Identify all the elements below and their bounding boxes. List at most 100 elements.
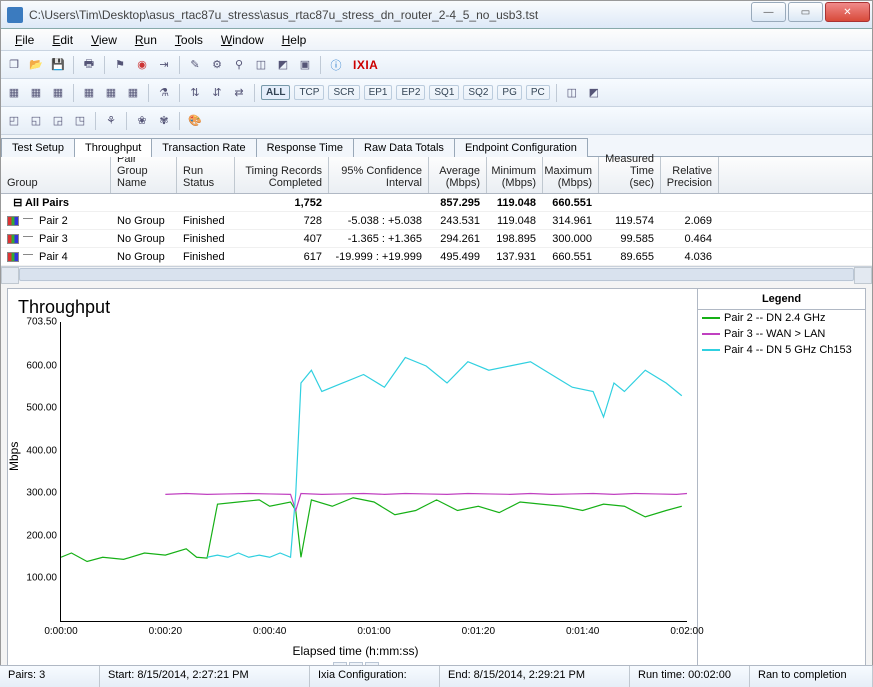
legend-item[interactable]: Pair 2 -- DN 2.4 GHz bbox=[698, 310, 865, 326]
grid-body: ⊟ All Pairs 1,752 857.295 119.048 660.55… bbox=[1, 194, 872, 266]
open-icon[interactable]: 📂 bbox=[27, 56, 45, 74]
mon3-icon[interactable]: ▦ bbox=[49, 84, 67, 102]
col-pgn[interactable]: Pair Group Name bbox=[111, 157, 177, 193]
tool-icon[interactable]: ✎ bbox=[186, 56, 204, 74]
filter-ep1[interactable]: EP1 bbox=[364, 85, 393, 100]
menu-tools[interactable]: Tools bbox=[167, 31, 211, 49]
brand-logo: IXIA bbox=[353, 58, 378, 72]
filter-pg[interactable]: PG bbox=[497, 85, 521, 100]
x-tick: 0:02:00 bbox=[670, 626, 703, 637]
mon6-icon[interactable]: ▦ bbox=[124, 84, 142, 102]
view1-icon[interactable]: ◫ bbox=[563, 84, 581, 102]
tab-test-setup[interactable]: Test Setup bbox=[1, 138, 75, 157]
status-end: End: 8/15/2014, 2:29:21 PM bbox=[440, 666, 630, 687]
legend-item[interactable]: Pair 3 -- WAN > LAN bbox=[698, 326, 865, 342]
table-row[interactable]: Pair 2No GroupFinished728-5.038 : +5.038… bbox=[1, 212, 872, 230]
filter-sq1[interactable]: SQ1 bbox=[429, 85, 459, 100]
new-icon[interactable]: ❐ bbox=[5, 56, 23, 74]
ex4-icon[interactable]: ◳ bbox=[71, 112, 89, 130]
mon7-icon[interactable]: ⚗ bbox=[155, 84, 173, 102]
summary-max: 660.551 bbox=[543, 196, 599, 210]
filter-scr[interactable]: SCR bbox=[328, 85, 359, 100]
print-icon[interactable]: 🖶 bbox=[80, 56, 98, 74]
col-avg[interactable]: Average (Mbps) bbox=[429, 157, 487, 193]
legend-item[interactable]: Pair 4 -- DN 5 GHz Ch153 bbox=[698, 342, 865, 358]
chart-container: Throughput Mbps 100.00200.00300.00400.00… bbox=[7, 288, 866, 668]
filter-sq2[interactable]: SQ2 bbox=[463, 85, 493, 100]
mon1-icon[interactable]: ▦ bbox=[5, 84, 23, 102]
col-ci[interactable]: 95% Confidence Interval bbox=[329, 157, 429, 193]
minimize-button[interactable]: — bbox=[751, 2, 786, 22]
summary-row[interactable]: ⊟ All Pairs 1,752 857.295 119.048 660.55… bbox=[1, 194, 872, 212]
ex6-icon[interactable]: ❀ bbox=[133, 112, 151, 130]
toolbar-main: ❐ 📂 💾 🖶 ⚑ ◉ ⇥ ✎ ⚙ ⚲ ◫ ◩ ▣ ⓘ IXIA bbox=[1, 51, 872, 79]
filter-all[interactable]: ALL bbox=[261, 85, 290, 100]
tab-throughput[interactable]: Throughput bbox=[74, 138, 152, 157]
stop-icon[interactable]: ◉ bbox=[133, 56, 151, 74]
ex1-icon[interactable]: ◰ bbox=[5, 112, 23, 130]
col-group[interactable]: Group bbox=[1, 157, 111, 193]
table-row[interactable]: Pair 3No GroupFinished407-1.365 : +1.365… bbox=[1, 230, 872, 248]
tool3-icon[interactable]: ⚲ bbox=[230, 56, 248, 74]
filter-pc[interactable]: PC bbox=[526, 85, 550, 100]
statusbar: Pairs: 3 Start: 8/15/2014, 2:27:21 PM Ix… bbox=[0, 665, 873, 687]
close-button[interactable]: ✕ bbox=[825, 2, 870, 22]
app-icon bbox=[7, 7, 23, 23]
view2-icon[interactable]: ◩ bbox=[585, 84, 603, 102]
summary-timing: 1,752 bbox=[235, 196, 329, 210]
menu-run[interactable]: Run bbox=[127, 31, 165, 49]
col-min[interactable]: Minimum (Mbps) bbox=[487, 157, 543, 193]
ex2-icon[interactable]: ◱ bbox=[27, 112, 45, 130]
menu-window[interactable]: Window bbox=[213, 31, 272, 49]
bar-icon bbox=[7, 216, 19, 226]
run-icon[interactable]: ⚑ bbox=[111, 56, 129, 74]
filter-ep2[interactable]: EP2 bbox=[396, 85, 425, 100]
tool2-icon[interactable]: ⚙ bbox=[208, 56, 226, 74]
grid-scrollbar[interactable] bbox=[1, 266, 872, 282]
ex7-icon[interactable]: ✾ bbox=[155, 112, 173, 130]
col-run[interactable]: Run Status bbox=[177, 157, 235, 193]
menu-edit[interactable]: Edit bbox=[44, 31, 81, 49]
mon4-icon[interactable]: ▦ bbox=[80, 84, 98, 102]
legend-title: Legend bbox=[698, 289, 865, 310]
sort3-icon[interactable]: ⇄ bbox=[230, 84, 248, 102]
titlebar: C:\Users\Tim\Desktop\asus_rtac87u_stress… bbox=[1, 1, 872, 29]
tab-endpoint-configuration[interactable]: Endpoint Configuration bbox=[454, 138, 588, 157]
bar-icon bbox=[7, 234, 19, 244]
sort1-icon[interactable]: ⇅ bbox=[186, 84, 204, 102]
maximize-button[interactable]: ▭ bbox=[788, 2, 823, 22]
toolbar-extra: ◰ ◱ ◲ ◳ ⚘ ❀ ✾ 🎨 bbox=[1, 107, 872, 135]
info-icon[interactable]: ⓘ bbox=[327, 56, 345, 74]
toolbar-filters: ▦ ▦ ▦ ▦ ▦ ▦ ⚗ ⇅ ⇵ ⇄ ALL TCP SCR EP1EP2 SQ1 SQ… bbox=[1, 79, 872, 107]
x-tick: 0:01:20 bbox=[462, 626, 495, 637]
tab-response-time[interactable]: Response Time bbox=[256, 138, 354, 157]
tool4-icon[interactable]: ◫ bbox=[252, 56, 270, 74]
ex5-icon[interactable]: ⚘ bbox=[102, 112, 120, 130]
tool5-icon[interactable]: ◩ bbox=[274, 56, 292, 74]
menu-file[interactable]: File bbox=[7, 31, 42, 49]
sort2-icon[interactable]: ⇵ bbox=[208, 84, 226, 102]
y-tick: 300.00 bbox=[11, 488, 57, 499]
mon2-icon[interactable]: ▦ bbox=[27, 84, 45, 102]
tool6-icon[interactable]: ▣ bbox=[296, 56, 314, 74]
tab-raw-data-totals[interactable]: Raw Data Totals bbox=[353, 138, 455, 157]
table-row[interactable]: Pair 4No GroupFinished617-19.999 : +19.9… bbox=[1, 248, 872, 266]
y-tick: 400.00 bbox=[11, 445, 57, 456]
col-mt[interactable]: Measured Time (sec) bbox=[599, 157, 661, 193]
step-icon[interactable]: ⇥ bbox=[155, 56, 173, 74]
bar-icon bbox=[7, 252, 19, 262]
menubar: FileEditViewRunToolsWindowHelp bbox=[1, 29, 872, 51]
col-rp[interactable]: Relative Precision bbox=[661, 157, 719, 193]
tree-icon bbox=[23, 250, 35, 260]
palette-icon[interactable]: 🎨 bbox=[186, 112, 204, 130]
x-tick: 0:00:20 bbox=[149, 626, 182, 637]
ex3-icon[interactable]: ◲ bbox=[49, 112, 67, 130]
col-max[interactable]: Maximum (Mbps) bbox=[543, 157, 599, 193]
menu-view[interactable]: View bbox=[83, 31, 125, 49]
mon5-icon[interactable]: ▦ bbox=[102, 84, 120, 102]
col-timing[interactable]: Timing Records Completed bbox=[235, 157, 329, 193]
save-icon[interactable]: 💾 bbox=[49, 56, 67, 74]
tab-transaction-rate[interactable]: Transaction Rate bbox=[151, 138, 256, 157]
filter-tcp[interactable]: TCP bbox=[294, 85, 324, 100]
menu-help[interactable]: Help bbox=[274, 31, 315, 49]
